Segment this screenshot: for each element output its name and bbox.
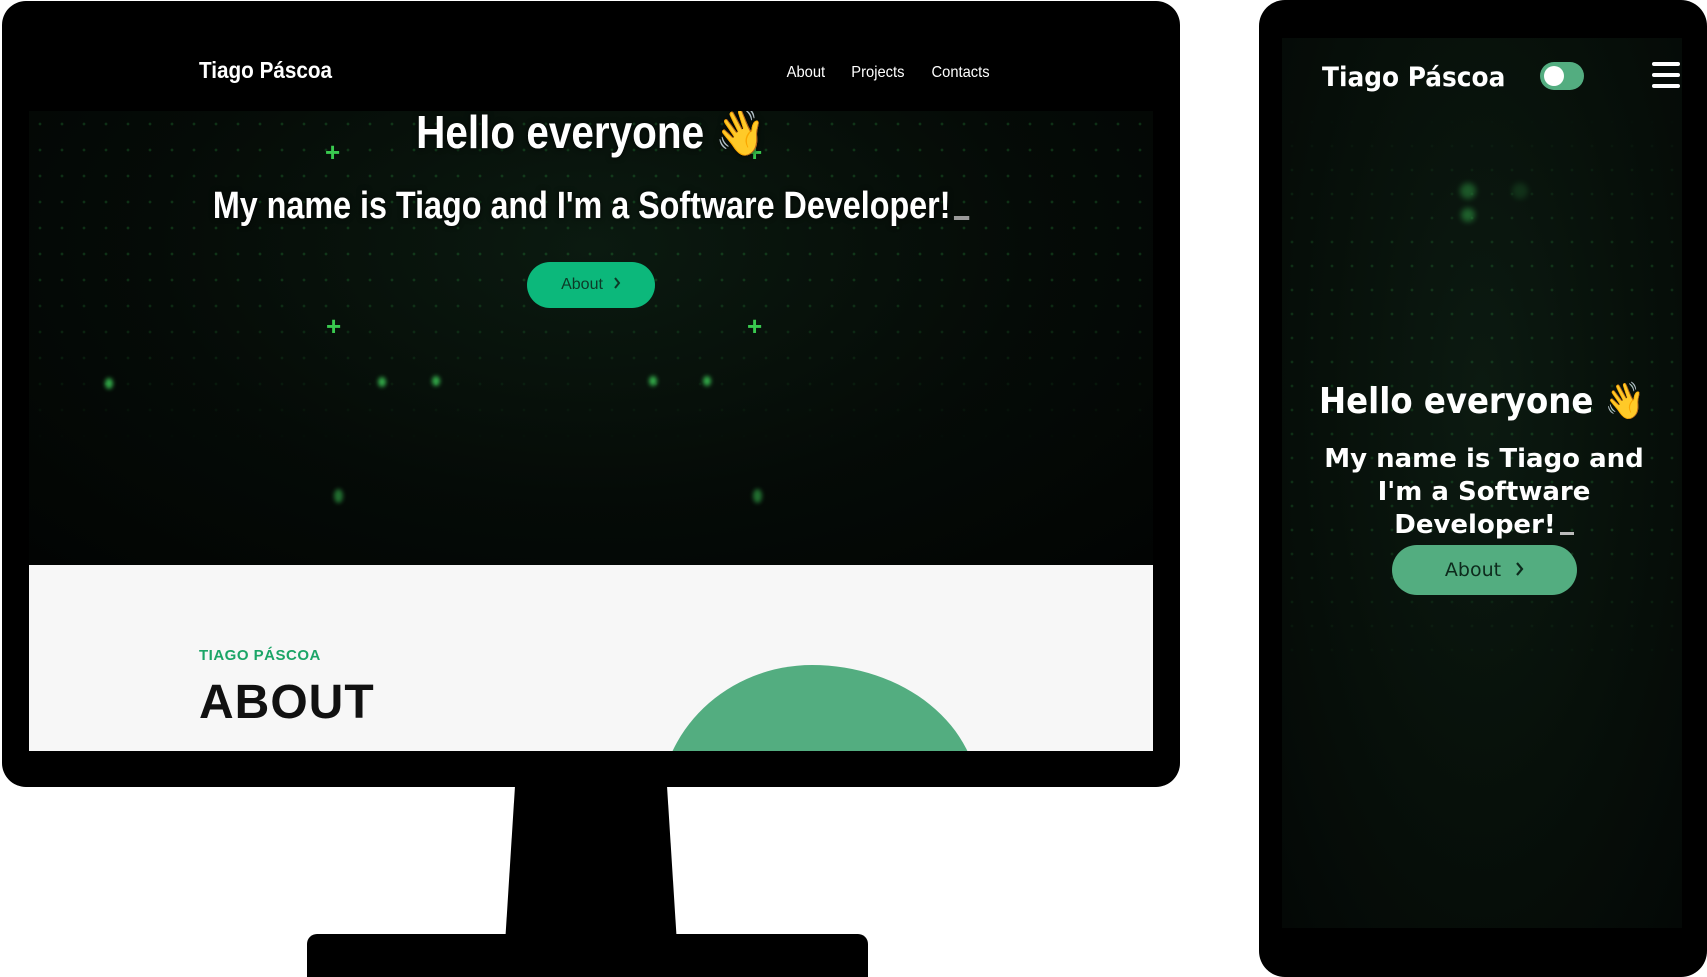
nav-link-projects[interactable]: Projects [851, 64, 904, 82]
glow-dot [334, 489, 343, 503]
hero-subtitle-text: My name is Tiago and I'm a Software Deve… [212, 185, 951, 227]
sparkle-plus-icon: + [747, 311, 763, 341]
mobile-hero-subtitle-text: My name is Tiago and I'm a Software Deve… [1324, 444, 1644, 540]
mobile-hero-greeting-text: Hello everyone [1319, 381, 1594, 422]
desktop-screen: Tiago Páscoa About Projects Contacts + +… [29, 1, 1153, 751]
hero-greeting: Hello everyone 👋 [96, 111, 1085, 160]
mobile-hero-about-button[interactable]: About [1392, 545, 1577, 595]
about-title: ABOUT [199, 676, 375, 729]
toggle-knob [1544, 66, 1564, 86]
hero-greeting-text: Hello everyone [416, 111, 705, 158]
hero-about-button-label: About [561, 276, 603, 293]
theme-toggle-switch[interactable] [1540, 62, 1584, 90]
hamburger-menu-icon[interactable] [1652, 62, 1680, 88]
matrix-rain-background [29, 111, 1153, 565]
glow-dot [1461, 208, 1475, 222]
mobile-hero-greeting: Hello everyone 👋 [1302, 380, 1662, 422]
glow-dot [1460, 183, 1476, 199]
mobile-hero-subtitle: My name is Tiago and I'm a Software Deve… [1308, 443, 1660, 542]
glow-dot [432, 376, 440, 386]
glow-dot [105, 378, 113, 389]
sparkle-plus-icon: + [326, 311, 342, 341]
chevron-right-icon [1515, 559, 1524, 581]
desktop-nav-links: About Projects Contacts [785, 64, 992, 82]
mobile-hero-about-button-label: About [1444, 559, 1502, 581]
mobile-phone-frame: Tiago Páscoa Hello everyone 👋 My name is… [1259, 0, 1707, 977]
nav-link-contacts[interactable]: Contacts [931, 64, 989, 82]
glow-dot [378, 377, 386, 387]
mobile-brand-logo[interactable]: Tiago Páscoa [1322, 62, 1505, 93]
monitor-stand-base [307, 934, 868, 977]
glow-dot [703, 376, 711, 386]
hero-subtitle: My name is Tiago and I'm a Software Deve… [113, 185, 1068, 228]
hero-about-button[interactable]: About [527, 262, 655, 308]
desktop-hero-section: + + + + Hello everyone 👋 My name is Tiag… [29, 111, 1153, 565]
desktop-brand-logo[interactable]: Tiago Páscoa [199, 57, 332, 84]
glow-dot [1512, 183, 1528, 199]
desktop-about-section: TIAGO PÁSCOA ABOUT [29, 565, 1153, 751]
desktop-monitor-frame: Tiago Páscoa About Projects Contacts + +… [2, 1, 1180, 787]
chevron-right-icon [613, 276, 621, 294]
about-kicker: TIAGO PÁSCOA [199, 647, 321, 664]
decorative-green-blob [659, 665, 979, 751]
waving-hand-icon: 👋 [715, 111, 766, 159]
typing-cursor [953, 216, 970, 220]
monitor-stand-neck [505, 786, 677, 936]
desktop-navbar: Tiago Páscoa About Projects Contacts [29, 1, 1153, 111]
waving-hand-icon: 👋 [1604, 381, 1645, 422]
nav-link-about[interactable]: About [787, 64, 825, 82]
glow-dot [649, 376, 657, 386]
glow-dot [753, 489, 762, 503]
typing-cursor [1559, 532, 1574, 535]
mobile-screen: Tiago Páscoa Hello everyone 👋 My name is… [1282, 38, 1682, 928]
